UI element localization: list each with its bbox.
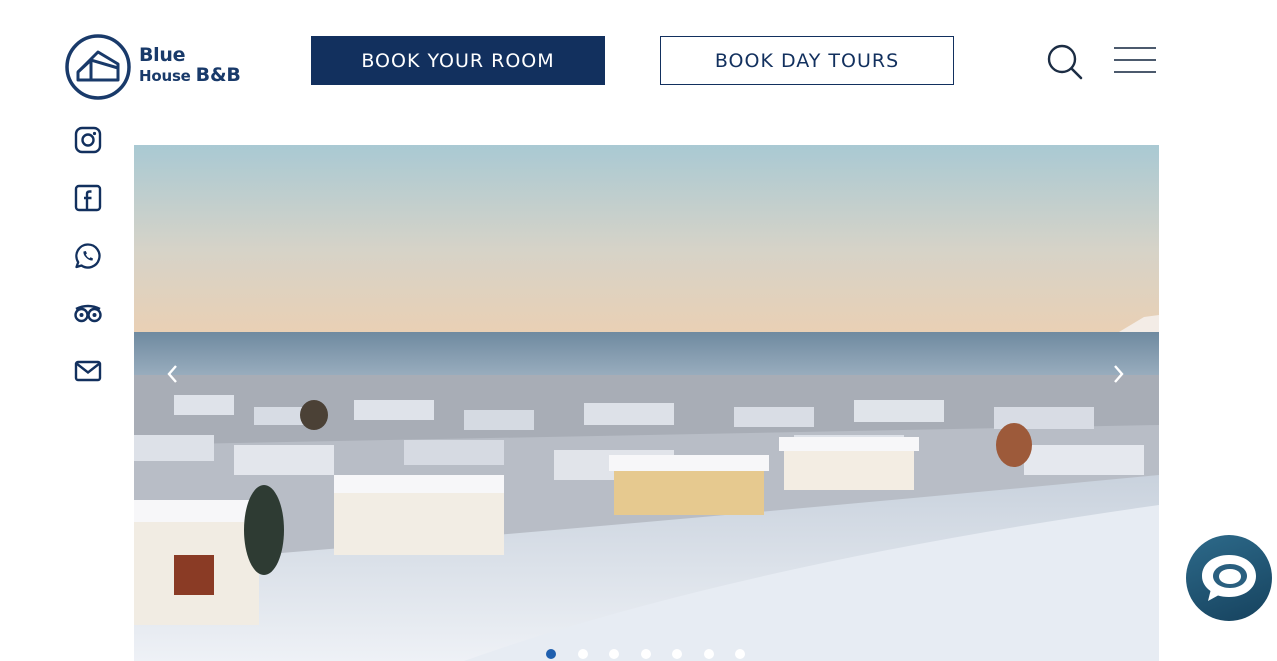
book-day-tours-button[interactable]: BOOK DAY TOURS [660,36,954,85]
tripadvisor-icon[interactable] [73,299,103,329]
slider-pagination [546,649,745,659]
hero-image [134,145,1159,661]
slider-dot[interactable] [546,649,556,659]
search-icon[interactable] [1045,42,1085,82]
slider-dot[interactable] [735,649,745,659]
slider-prev-arrow-icon[interactable] [163,360,183,388]
chat-bubble-icon [1202,555,1256,601]
hero-slideshow [134,145,1159,661]
logo[interactable]: Blue House B&B [64,33,246,101]
slider-dot[interactable] [672,649,682,659]
slider-dot[interactable] [577,649,588,659]
book-your-room-button[interactable]: BOOK YOUR ROOM [311,36,605,85]
whatsapp-icon[interactable] [73,241,103,271]
logo-text: Blue House B&B [139,44,241,86]
instagram-icon[interactable] [73,125,103,155]
facebook-icon[interactable] [73,183,103,213]
slider-dot[interactable] [609,649,619,659]
slider-next-arrow-icon[interactable] [1108,360,1128,388]
hamburger-menu-icon[interactable] [1113,45,1157,77]
chat-widget-button[interactable] [1186,535,1272,621]
slider-dot[interactable] [703,649,714,659]
slider-dot[interactable] [640,649,651,659]
mail-icon[interactable] [73,356,103,386]
house-logo-icon [65,34,131,100]
